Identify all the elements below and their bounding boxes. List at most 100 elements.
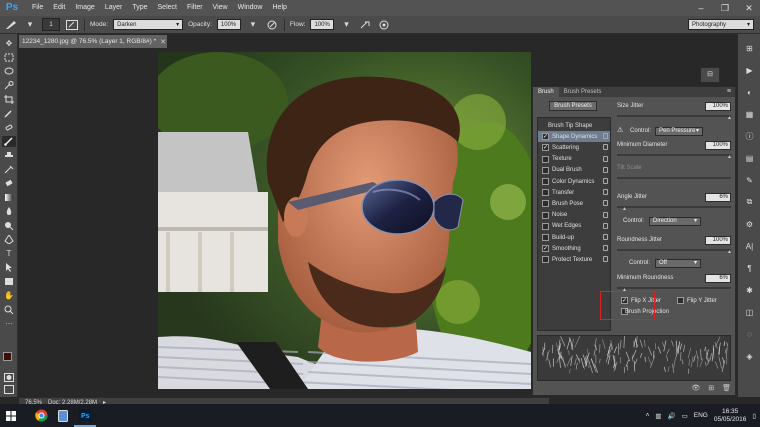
brush-option-checkbox[interactable] — [542, 178, 549, 185]
properties-icon[interactable]: ▤ — [743, 152, 756, 164]
lock-icon[interactable] — [603, 166, 608, 173]
dodge-tool-icon[interactable] — [2, 220, 16, 231]
lock-icon[interactable] — [603, 178, 608, 184]
path-selection-tool-icon[interactable] — [2, 262, 16, 273]
gradient-tool-icon[interactable] — [2, 192, 16, 203]
brush-option-row[interactable]: Build-up — [538, 232, 610, 243]
tool-presets-icon[interactable]: ⚙ — [743, 218, 756, 230]
menu-edit[interactable]: Edit — [48, 0, 70, 16]
restore-button[interactable]: ❐ — [718, 0, 732, 16]
panel-menu-icon[interactable]: ≡ — [727, 87, 731, 97]
min-roundness-slider[interactable] — [617, 287, 731, 289]
toggle-brush-panel-icon[interactable] — [65, 18, 79, 31]
brush-settings-icon[interactable]: ✱ — [743, 284, 756, 296]
menu-file[interactable]: File — [27, 0, 48, 16]
roundness-jitter-field[interactable]: 100% — [705, 236, 731, 245]
eyedropper-tool-icon[interactable] — [2, 108, 16, 119]
lock-icon[interactable] — [603, 144, 608, 151]
paragraph-icon[interactable]: ¶ — [743, 262, 756, 274]
brush-option-row[interactable]: Dual Brush — [538, 165, 610, 176]
brush-option-checkbox[interactable]: ✓ — [542, 133, 549, 141]
new-brush-icon[interactable]: ⊞ — [708, 384, 714, 393]
brush-option-checkbox[interactable] — [542, 234, 549, 241]
type-tool-icon[interactable]: T — [2, 248, 16, 259]
rectangle-tool-icon[interactable] — [2, 276, 16, 287]
language-indicator[interactable]: ENG — [694, 412, 708, 419]
slider-thumb-icon[interactable]: ▲ — [727, 250, 732, 255]
brush-tool-preset-icon[interactable] — [4, 18, 18, 31]
zoom-tool-icon[interactable] — [2, 304, 16, 315]
brush-option-row[interactable]: ✓ Shape Dynamics — [538, 131, 610, 143]
mode-select[interactable]: Darken ▾ — [113, 19, 184, 30]
screen-mode-icon[interactable] — [2, 384, 16, 395]
brush-tool-icon[interactable] — [2, 136, 16, 147]
flow-field[interactable]: 100% — [310, 19, 335, 30]
brush-option-row[interactable]: Brush Tip Shape — [538, 120, 610, 131]
menu-window[interactable]: Window — [233, 0, 268, 16]
chrome-icon[interactable] — [30, 404, 52, 427]
brush-option-row[interactable]: Wet Edges — [538, 221, 610, 232]
photoshop-taskbar-icon[interactable]: Ps — [74, 404, 96, 427]
brush-option-checkbox[interactable] — [542, 211, 549, 219]
layers-icon[interactable]: ◈ — [743, 350, 756, 362]
toggle-bristle-preview-icon[interactable]: 👁 — [691, 384, 700, 393]
clone-source-icon[interactable]: ⧉ — [743, 196, 756, 208]
angle-jitter-field[interactable]: 6% — [705, 193, 731, 202]
clock[interactable]: 16:35 05/05/2016 — [714, 408, 747, 424]
eraser-tool-icon[interactable] — [2, 178, 16, 189]
brush-size-picker[interactable]: 1 — [42, 18, 60, 31]
move-tool-icon[interactable]: ✥ — [2, 38, 16, 49]
canvas-photo[interactable] — [158, 52, 531, 389]
tab-brush[interactable]: Brush — [533, 87, 559, 97]
brush-option-checkbox[interactable] — [542, 189, 549, 197]
brush-option-row[interactable]: ✓ Smoothing — [538, 243, 610, 254]
lock-icon[interactable] — [603, 256, 608, 263]
brush-option-row[interactable]: Protect Texture — [538, 254, 610, 265]
min-diameter-field[interactable]: 100% — [705, 141, 731, 150]
menu-help[interactable]: Help — [268, 0, 292, 16]
brush-option-row[interactable]: Texture — [538, 154, 610, 165]
actions-icon[interactable]: ▶ — [743, 64, 756, 76]
blur-tool-icon[interactable] — [2, 206, 16, 217]
action-center-icon[interactable]: ▭ — [682, 412, 688, 420]
brush-option-row[interactable]: Brush Pose — [538, 198, 610, 209]
brush-panel-icon[interactable]: ✎ — [743, 174, 756, 186]
lock-icon[interactable] — [603, 189, 608, 196]
hand-tool-icon[interactable]: ✋ — [2, 290, 16, 301]
healing-brush-tool-icon[interactable] — [2, 122, 16, 133]
character-icon[interactable]: A| — [743, 240, 756, 252]
menu-image[interactable]: Image — [70, 0, 99, 16]
collapsed-panel-icon[interactable]: ⊟ — [700, 67, 720, 83]
clone-stamp-tool-icon[interactable] — [2, 150, 16, 161]
chevron-down-icon[interactable]: ▾ — [246, 18, 260, 31]
menu-select[interactable]: Select — [153, 0, 182, 16]
lock-icon[interactable] — [603, 155, 608, 162]
size-jitter-slider[interactable] — [617, 115, 731, 117]
brush-option-checkbox[interactable] — [542, 155, 549, 163]
windows-start-icon[interactable] — [0, 404, 22, 427]
notifications-icon[interactable]: ▯ — [752, 412, 756, 420]
info-icon[interactable]: ⓘ — [743, 130, 756, 142]
menu-type[interactable]: Type — [127, 0, 152, 16]
chevron-down-icon[interactable]: ▾ — [23, 18, 37, 31]
paths-icon[interactable]: ◌ — [743, 328, 756, 340]
marquee-tool-icon[interactable] — [2, 52, 16, 63]
opacity-field[interactable]: 100% — [216, 19, 241, 30]
flip-y-checkbox[interactable] — [677, 297, 684, 304]
brush-option-checkbox[interactable] — [542, 222, 549, 230]
brush-option-row[interactable]: Noise — [538, 210, 610, 221]
control-select-3[interactable]: Off ▾ — [655, 259, 701, 268]
brush-option-checkbox[interactable] — [542, 256, 549, 264]
pressure-size-icon[interactable] — [377, 18, 391, 31]
airbrush-icon[interactable] — [358, 18, 372, 31]
pen-tool-icon[interactable] — [2, 234, 16, 245]
adjustments-icon[interactable]: ◐ — [743, 86, 756, 98]
control-select-2[interactable]: Direction ▾ — [649, 217, 701, 226]
brush-option-row[interactable]: ✓ Scattering — [538, 142, 610, 153]
swatches-icon[interactable]: ▦ — [743, 108, 756, 120]
history-brush-tool-icon[interactable] — [2, 164, 16, 175]
history-icon[interactable]: ⊞ — [743, 42, 756, 54]
lock-icon[interactable] — [603, 211, 608, 218]
lock-icon[interactable] — [603, 200, 608, 207]
brush-option-checkbox[interactable]: ✓ — [542, 245, 549, 253]
